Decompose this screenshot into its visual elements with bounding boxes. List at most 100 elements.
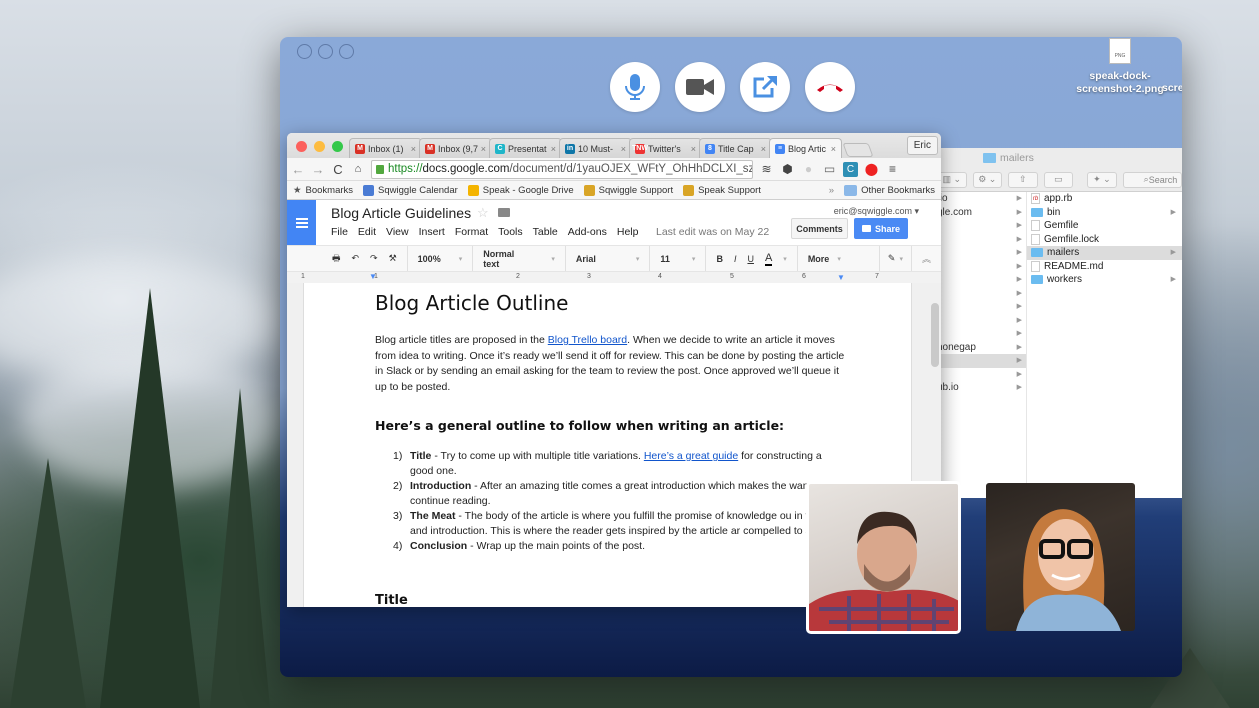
docs-home-icon[interactable] xyxy=(287,200,316,245)
right-indent-marker[interactable]: ▼ xyxy=(837,273,845,282)
desktop-file-partial[interactable]: scre xyxy=(1162,82,1182,94)
finder-parent-row[interactable]: gle.com ▶ xyxy=(931,206,1026,220)
tab-2[interactable]: M Inbox (9,7 × xyxy=(419,138,492,158)
document-scrollbar[interactable] xyxy=(931,303,939,367)
cast-icon[interactable]: ▭ xyxy=(822,162,837,177)
address-bar[interactable]: https://docs.google.com/document/d/1yauO… xyxy=(371,159,753,179)
bookmark-2[interactable]: Sqwiggle Calendar xyxy=(363,184,458,196)
menu-tools[interactable]: Tools xyxy=(498,226,523,238)
tag-button[interactable]: ▭ xyxy=(1043,171,1074,188)
desktop-file-speak-dock-screenshot[interactable]: PNG speak-dock- screenshot-2.png xyxy=(1065,37,1175,96)
profile-button[interactable]: Eric xyxy=(906,136,938,155)
dropbox-button[interactable]: ✦ ⌄ xyxy=(1087,171,1117,188)
menu-table[interactable]: Table xyxy=(533,226,558,238)
finder-item-bin[interactable]: bin ▶ xyxy=(1027,206,1182,220)
hexagon-extension-icon[interactable]: ⬢ xyxy=(780,162,795,177)
document-title[interactable]: Blog Article Guidelines xyxy=(331,205,471,221)
home-button[interactable]: ⌂ xyxy=(351,163,365,175)
buffer-extension-icon[interactable]: ≋ xyxy=(759,162,774,177)
forward-button[interactable]: → xyxy=(311,162,325,177)
finder-parent-row[interactable]: ▶ xyxy=(931,300,1026,314)
font-size-select[interactable]: 11 ▾ xyxy=(650,246,707,271)
move-to-folder-icon[interactable] xyxy=(498,208,510,217)
finder-item-mailers[interactable]: mailers ▶ xyxy=(1027,246,1182,260)
finder-item-app-rb[interactable]: rb app.rb xyxy=(1027,192,1182,206)
editing-mode-button[interactable]: ✎ ▾ xyxy=(878,246,912,271)
more-button[interactable]: More ▾ xyxy=(798,246,879,271)
hangouts-extension-icon[interactable]: ● xyxy=(801,162,816,177)
close-tab-icon[interactable]: × xyxy=(691,144,696,154)
close-tab-icon[interactable]: × xyxy=(831,144,836,154)
menu-help[interactable]: Help xyxy=(617,226,639,238)
bookmarks-overflow-button[interactable]: » xyxy=(829,185,834,196)
finder-parent-row[interactable]: ▶ xyxy=(931,260,1026,274)
italic-button[interactable]: I xyxy=(734,254,737,264)
print-icon[interactable]: 🖶 xyxy=(332,251,341,267)
finder-search-input[interactable]: ⌕ Search xyxy=(1122,171,1182,188)
share-screen-button[interactable] xyxy=(740,62,790,112)
finder-parent-row[interactable]: ▶ xyxy=(931,273,1026,287)
finder-parent-row[interactable]: ▶ xyxy=(931,314,1026,328)
other-bookmarks-folder[interactable]: Other Bookmarks xyxy=(844,184,935,196)
hang-up-button[interactable] xyxy=(805,62,855,112)
blog-trello-board-link[interactable]: Blog Trello board xyxy=(548,334,627,346)
collapse-toolbar-button[interactable]: ︽ xyxy=(912,246,941,271)
close-tab-icon[interactable]: × xyxy=(761,144,766,154)
menu-insert[interactable]: Insert xyxy=(419,226,445,238)
finder-parent-row[interactable]: ▶ xyxy=(931,233,1026,247)
tab-6[interactable]: 8 Title Cap × xyxy=(699,138,772,158)
tab-4[interactable]: in 10 Must- × xyxy=(559,138,632,158)
view-mode-button[interactable]: ▥ ⌄ xyxy=(937,171,967,188)
zoom-select[interactable]: 100% ▾ xyxy=(408,246,474,271)
finder-parent-row[interactable]: ▶ xyxy=(931,327,1026,341)
bookmark-1[interactable]: ★ Bookmarks xyxy=(293,185,353,196)
finder-parent-row[interactable]: ▶ xyxy=(931,354,1026,368)
last-edit-link[interactable]: Last edit was on May 22 xyxy=(656,226,769,238)
close-tab-icon[interactable]: × xyxy=(411,144,416,154)
finder-parent-row[interactable]: ub.io ▶ xyxy=(931,381,1026,395)
close-tab-icon[interactable]: × xyxy=(551,144,556,154)
menu-view[interactable]: View xyxy=(386,226,409,238)
finder-parent-row[interactable]: honegap ▶ xyxy=(931,341,1026,355)
great-guide-link[interactable]: Here’s a great guide xyxy=(644,450,738,462)
style-select[interactable]: Normal text ▾ xyxy=(473,246,566,271)
chrome-close-button[interactable] xyxy=(296,141,307,152)
redo-icon[interactable]: ↷ xyxy=(370,253,378,264)
close-tab-icon[interactable]: × xyxy=(481,144,486,154)
finder-parent-row[interactable]: ▶ xyxy=(931,246,1026,260)
menu-format[interactable]: Format xyxy=(455,226,488,238)
finder-parent-row[interactable]: ▶ xyxy=(931,368,1026,382)
finder-item-gemfile[interactable]: Gemfile xyxy=(1027,219,1182,233)
close-window-button[interactable] xyxy=(297,44,312,59)
undo-icon[interactable]: ↶ xyxy=(352,253,360,264)
account-switcher[interactable]: eric@sqwiggle.com ▾ xyxy=(834,206,919,217)
mute-button[interactable] xyxy=(610,62,660,112)
comments-button[interactable]: Comments xyxy=(791,218,848,239)
chrome-menu-icon[interactable]: ≡ xyxy=(885,162,900,177)
finder-parent-row[interactable]: ▶ xyxy=(931,219,1026,233)
close-tab-icon[interactable]: × xyxy=(621,144,626,154)
new-tab-button[interactable] xyxy=(842,143,874,157)
star-document-icon[interactable]: ☆ xyxy=(477,205,489,221)
finder-item-readme-md[interactable]: README.md xyxy=(1027,260,1182,274)
adblock-extension-icon[interactable]: ⬤ xyxy=(864,162,879,177)
back-button[interactable]: ← xyxy=(291,162,305,177)
finder-parent-row[interactable]: ▶ xyxy=(931,287,1026,301)
menu-file[interactable]: File xyxy=(331,226,348,238)
wave-extension-icon[interactable]: C xyxy=(843,161,858,177)
participant-video-1[interactable] xyxy=(806,481,961,634)
zoom-window-button[interactable] xyxy=(339,44,354,59)
finder-item-workers[interactable]: workers ▶ xyxy=(1027,273,1182,287)
chrome-zoom-button[interactable] xyxy=(332,141,343,152)
chrome-minimize-button[interactable] xyxy=(314,141,325,152)
minimize-window-button[interactable] xyxy=(318,44,333,59)
tab-7[interactable]: ≡ Blog Artic × xyxy=(769,138,842,158)
left-indent-marker[interactable]: ▼ xyxy=(369,272,377,281)
menu-addons[interactable]: Add-ons xyxy=(568,226,607,238)
menu-edit[interactable]: Edit xyxy=(358,226,376,238)
tab-3[interactable]: C Presentat × xyxy=(489,138,562,158)
paint-format-icon[interactable]: ⚒ xyxy=(389,253,397,264)
bookmark-5[interactable]: Speak Support xyxy=(683,184,761,196)
finder-item-gemfile-lock[interactable]: Gemfile.lock xyxy=(1027,233,1182,247)
reload-button[interactable]: C xyxy=(331,162,345,177)
